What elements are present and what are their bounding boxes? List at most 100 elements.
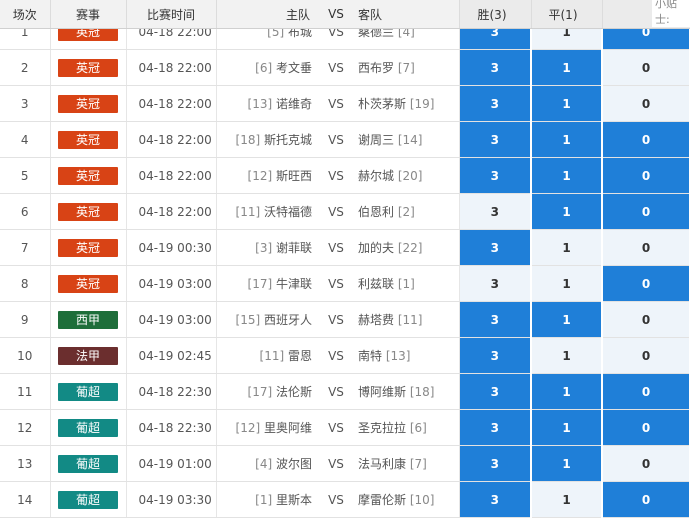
draw-option[interactable]: 1 — [531, 49, 603, 86]
away-rank: [11] — [397, 313, 423, 327]
away-team[interactable]: 法马利康 — [358, 457, 406, 471]
win-option[interactable]: 3 — [459, 193, 532, 230]
home-team[interactable]: 沃特福德 — [264, 205, 312, 219]
away-team[interactable]: 摩雷伦斯 — [358, 493, 406, 507]
away-team[interactable]: 赫塔费 — [358, 313, 394, 327]
league-badge[interactable]: 英冠 — [58, 58, 118, 77]
header-home: 主队 — [216, 0, 320, 29]
lose-option[interactable]: 0 — [602, 373, 690, 410]
away-rank: [13] — [385, 349, 411, 363]
league-badge[interactable]: 葡超 — [58, 454, 118, 473]
home-team[interactable]: 诺维奇 — [276, 97, 312, 111]
win-option[interactable]: 3 — [459, 121, 532, 158]
win-option[interactable]: 3 — [459, 301, 532, 338]
win-option[interactable]: 3 — [459, 445, 532, 482]
home-team[interactable]: 法伦斯 — [276, 385, 312, 399]
match-time: 04-18 22:30 — [126, 409, 217, 446]
league-badge[interactable]: 葡超 — [58, 490, 118, 509]
header-win: 胜(3) — [459, 0, 532, 29]
win-option[interactable]: 3 — [459, 49, 532, 86]
draw-option[interactable]: 1 — [531, 265, 603, 302]
away-rank: [18] — [409, 385, 435, 399]
lose-option[interactable]: 0 — [602, 409, 690, 446]
away-team[interactable]: 加的夫 — [358, 241, 394, 255]
home-team[interactable]: 牛津联 — [276, 277, 312, 291]
draw-option[interactable]: 1 — [531, 229, 603, 266]
league-badge[interactable]: 葡超 — [58, 418, 118, 437]
vs-label: VS — [320, 229, 352, 266]
away-team[interactable]: 利兹联 — [358, 277, 394, 291]
lose-option[interactable]: 0 — [602, 157, 690, 194]
draw-option[interactable]: 1 — [531, 337, 603, 374]
draw-option[interactable]: 1 — [531, 445, 603, 482]
draw-option[interactable]: 1 — [531, 301, 603, 338]
home-team[interactable]: 西班牙人 — [264, 313, 312, 327]
league-badge[interactable]: 英冠 — [58, 238, 118, 257]
win-option[interactable]: 3 — [459, 157, 532, 194]
draw-option[interactable]: 1 — [531, 121, 603, 158]
tip-label: 小贴士: — [652, 0, 690, 27]
lose-option[interactable]: 0 — [602, 49, 690, 86]
home-rank: [12] — [247, 169, 273, 183]
draw-option[interactable]: 1 — [531, 193, 603, 230]
win-option[interactable]: 3 — [459, 337, 532, 374]
vs-label: VS — [320, 373, 352, 410]
match-time: 04-18 22:00 — [126, 121, 217, 158]
match-index: 8 — [0, 265, 51, 302]
lose-option[interactable]: 0 — [602, 265, 690, 302]
away-team[interactable]: 南特 — [358, 349, 382, 363]
lose-option[interactable]: 0 — [602, 85, 690, 122]
win-option[interactable]: 3 — [459, 481, 532, 518]
match-time: 04-18 22:30 — [126, 373, 217, 410]
win-option[interactable]: 3 — [459, 409, 532, 446]
draw-option[interactable]: 1 — [531, 409, 603, 446]
home-team[interactable]: 里奥阿维 — [264, 421, 312, 435]
away-team[interactable]: 赫尔城 — [358, 169, 394, 183]
match-index: 10 — [0, 337, 51, 374]
win-option[interactable]: 3 — [459, 265, 532, 302]
header-draw: 平(1) — [531, 0, 603, 29]
lose-option[interactable]: 0 — [602, 445, 690, 482]
lose-option[interactable]: 0 — [602, 481, 690, 518]
home-rank: [18] — [235, 133, 261, 147]
lose-option[interactable]: 0 — [602, 121, 690, 158]
home-team[interactable]: 里斯本 — [276, 493, 312, 507]
win-option[interactable]: 3 — [459, 85, 532, 122]
league-badge[interactable]: 法甲 — [58, 346, 118, 365]
lose-option[interactable]: 0 — [602, 229, 690, 266]
away-team[interactable]: 伯恩利 — [358, 205, 394, 219]
league-badge[interactable]: 英冠 — [58, 202, 118, 221]
away-team[interactable]: 圣克拉拉 — [358, 421, 406, 435]
home-team[interactable]: 考文垂 — [276, 61, 312, 75]
draw-option[interactable]: 1 — [531, 373, 603, 410]
win-option[interactable]: 3 — [459, 229, 532, 266]
lose-option[interactable]: 0 — [602, 193, 690, 230]
away-team[interactable]: 朴茨茅斯 — [358, 97, 406, 111]
draw-option[interactable]: 1 — [531, 157, 603, 194]
away-team[interactable]: 谢周三 — [358, 133, 394, 147]
league-badge[interactable]: 葡超 — [58, 382, 118, 401]
match-index: 4 — [0, 121, 51, 158]
away-rank: [22] — [397, 241, 423, 255]
home-team[interactable]: 波尔图 — [276, 457, 312, 471]
league-badge[interactable]: 英冠 — [58, 94, 118, 113]
home-team[interactable]: 谢菲联 — [276, 241, 312, 255]
vs-label: VS — [320, 49, 352, 86]
home-team[interactable]: 斯旺西 — [276, 169, 312, 183]
away-team[interactable]: 西布罗 — [358, 61, 394, 75]
league-badge[interactable]: 英冠 — [58, 274, 118, 293]
lose-option[interactable]: 0 — [602, 301, 690, 338]
league-badge[interactable]: 英冠 — [58, 130, 118, 149]
league-badge[interactable]: 西甲 — [58, 310, 118, 329]
match-index: 6 — [0, 193, 51, 230]
home-team[interactable]: 雷恩 — [288, 349, 312, 363]
match-time: 04-19 03:00 — [126, 301, 217, 338]
win-option[interactable]: 3 — [459, 373, 532, 410]
league-badge[interactable]: 英冠 — [58, 166, 118, 185]
away-team[interactable]: 博阿维斯 — [358, 385, 406, 399]
draw-option[interactable]: 1 — [531, 85, 603, 122]
home-rank: [6] — [255, 61, 273, 75]
home-team[interactable]: 斯托克城 — [264, 133, 312, 147]
draw-option[interactable]: 1 — [531, 481, 603, 518]
lose-option[interactable]: 0 — [602, 337, 690, 374]
